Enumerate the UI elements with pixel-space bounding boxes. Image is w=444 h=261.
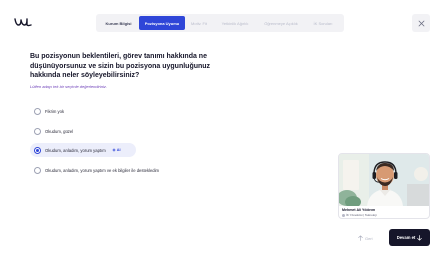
interviewer-name: Mehmet Ali Yıldırım — [342, 208, 376, 212]
step-tab-yetkinlik[interactable]: Yetkinlik Ağırlık — [213, 16, 257, 30]
radio-button[interactable] — [34, 166, 41, 174]
step-label: Kurum Bilgisi — [105, 20, 132, 26]
arrow-down-icon — [417, 234, 423, 241]
step-tab-ogrenmeye-aciklik[interactable]: Öğrenmeye Açıklık — [257, 16, 305, 30]
ai-badge-label: AI — [116, 148, 121, 152]
step-tab-motiv-fit[interactable]: Motiv. Fit — [185, 16, 213, 30]
step-label: Pozisyona Uyumu — [144, 20, 180, 26]
close-button[interactable] — [412, 14, 430, 32]
question-hint: Lütfen adayı tek bir seçimle değerlendir… — [30, 84, 107, 89]
radio-button-selected[interactable] — [34, 146, 41, 154]
step-tab-kurum-bilgisi[interactable]: Kurum Bilgisi — [98, 16, 139, 30]
answer-option-2[interactable]: Okudum, güzel — [30, 124, 79, 138]
answer-option-1[interactable]: Fikrim yok — [30, 104, 70, 118]
arrow-up-icon — [358, 235, 363, 241]
role-icon — [342, 213, 345, 217]
step-label: Öğrenmeye Açıklık — [264, 20, 298, 26]
interviewer-video — [339, 154, 429, 206]
step-label: Yetkinlik Ağırlık — [221, 20, 249, 26]
option-label: Okudum, anladım, yorum yaptım ve ek bilg… — [45, 167, 160, 173]
interviewer-role: İK Yöneticisi | Teknoloji — [346, 213, 377, 217]
next-button-label: Devam et — [396, 235, 416, 240]
question-text: Bu pozisyonun beklentileri, görev tanımı… — [30, 53, 211, 79]
step-label: İK Soruları — [313, 20, 333, 26]
answer-option-3[interactable]: Okudum, anladım, yorum yaptım AI — [30, 143, 136, 157]
option-label: Fikrim yok — [45, 108, 65, 114]
brand-logo-icon — [14, 18, 32, 27]
step-tab-ik-sorulari[interactable]: İK Soruları — [305, 16, 341, 30]
close-icon — [418, 20, 424, 26]
option-label: Okudum, güzel — [45, 128, 74, 134]
ai-badge: AI — [111, 148, 121, 152]
step-tabs: Kurum Bilgisi Pozisyona Uyumu Motiv. Fit… — [96, 14, 344, 32]
back-button-label: Geri — [365, 235, 373, 241]
next-button[interactable]: Devam et — [389, 229, 430, 246]
back-button[interactable]: Geri — [358, 232, 373, 244]
sparkle-icon — [111, 148, 116, 152]
answer-option-4[interactable]: Okudum, anladım, yorum yaptım ve ek bilg… — [30, 163, 165, 177]
radio-button[interactable] — [34, 107, 41, 115]
interviewer-video-card: Mehmet Ali Yıldırım İK Yöneticisi | Tekn… — [338, 153, 430, 219]
step-label: Motiv. Fit — [191, 20, 207, 26]
radio-button[interactable] — [34, 127, 41, 135]
step-tab-pozisyona-uyumu[interactable]: Pozisyona Uyumu — [139, 16, 185, 30]
interviewer-role-row: İK Yöneticisi | Teknoloji — [342, 213, 377, 217]
option-label: Okudum, anladım, yorum yaptım — [45, 147, 106, 153]
